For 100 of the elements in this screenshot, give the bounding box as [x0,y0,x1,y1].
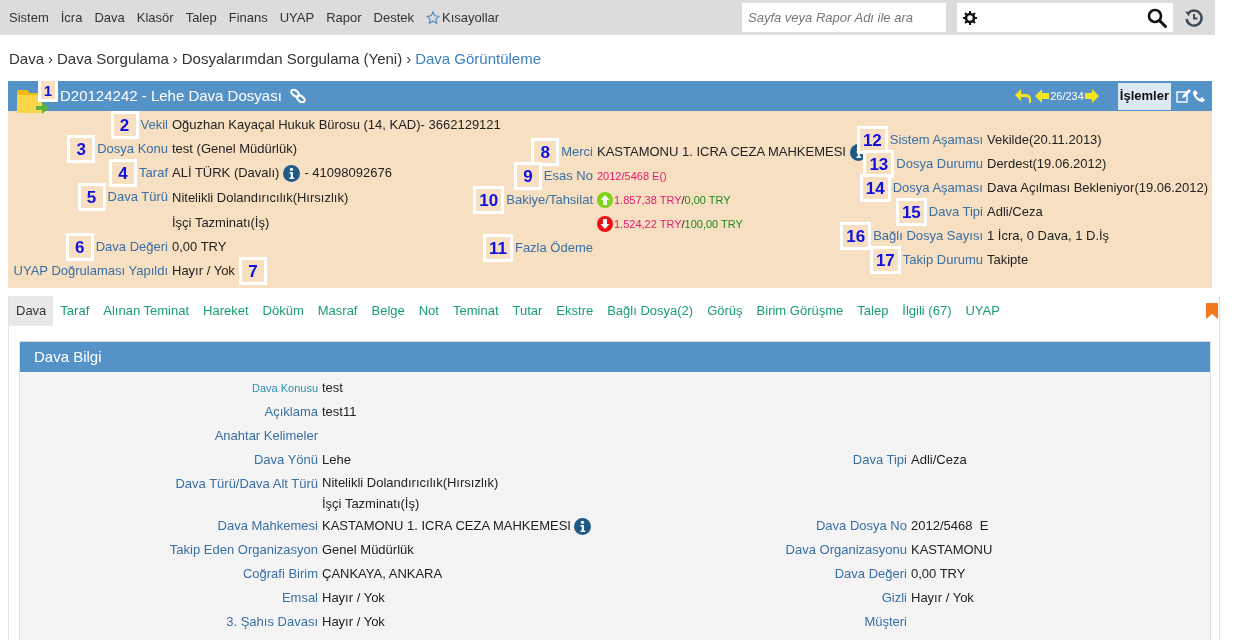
field-label: Merci [561,143,593,162]
tab[interactable]: Döküm [255,296,311,326]
tab[interactable]: Taraf [53,296,97,326]
field-label: Sistem Aşaması [889,131,983,150]
field-value: Genel Müdürlük [322,541,414,560]
number-marker: 9 [513,162,542,190]
tab[interactable]: UYAP [958,296,1007,326]
code-search-field[interactable] [957,3,1173,32]
collected-text: 0,00 TRY [684,192,731,208]
menu-item[interactable]: Destek [367,0,421,35]
number-marker: 3 [67,135,96,163]
field-value: Dava Açılması Bekleniyor(19.06.2012) [987,179,1209,198]
field-value: Adli/Ceza [911,451,967,470]
field-label: Takip Eden Organizasyon [169,541,318,560]
menu-item[interactable]: Finans [222,0,274,35]
tab[interactable]: Ekstre [549,296,601,326]
field-label: Anahtar Kelimeler [214,427,318,446]
breadcrumb-link[interactable]: Dava Görüntüleme [415,48,542,71]
field-value: Hayır / Yok [322,589,385,608]
field-label: Dava Organizasyonu [785,541,907,560]
menu-item[interactable]: Dava [88,0,131,35]
breadcrumb-link[interactable]: Dosyalarımdan Sorgulama (Yeni) [181,48,403,71]
tab[interactable]: Alınan Teminat [96,296,197,326]
field-label: Taraf [139,164,168,183]
tab[interactable]: Bağlı Dosya(2) [600,296,701,326]
field-value: test (Genel Müdürlük) [172,140,297,159]
field-value: 0,00 TRY [172,238,227,257]
number-marker: 15 [895,198,927,226]
search-icon [1147,7,1167,28]
field-label: Takip Durumu [902,251,983,270]
menu-item[interactable]: Kısayollar [420,0,506,35]
breadcrumb-separator: › [171,49,179,70]
field-value: Lehe [322,451,351,470]
tab[interactable]: Teminat [445,296,506,326]
field-value: Derdest(19.06.2012) [987,155,1107,174]
tab[interactable]: İlgili (67) [895,296,959,326]
field-value: KASTAMONU [911,541,993,560]
number-marker: 10 [473,186,505,214]
tab[interactable]: Masraf [310,296,365,326]
field-label: Dava Yönü [253,451,318,470]
field-value: 2012/5468 E [911,517,989,536]
collected-text: 100,00 TRY [684,216,743,232]
field-label: Dosya Aşaması [892,179,983,198]
bookmark-icon [1206,303,1218,319]
tab[interactable]: Hareket [196,296,256,326]
panel-title: Dava Bilgi [34,346,102,367]
menu-item[interactable]: UYAP [273,0,321,35]
amount-text: 1.524,22 TRY [614,216,682,232]
tab[interactable]: Dava [9,296,54,326]
tab[interactable]: Not [411,296,446,326]
tab[interactable]: Talep [850,296,896,326]
field-label: UYAP Doğrulaması Yapıldı [13,262,168,281]
actions-button[interactable]: İşlemler [1117,82,1171,110]
info-icon [283,164,301,182]
menu-item[interactable]: Sistem [3,0,55,35]
field-value: Hayır / Yok [911,589,974,608]
field-label: Müşteri [864,613,907,632]
field-value: ALİ TÜRK (Davalı) [172,164,280,183]
field-value: test11 [322,403,357,422]
field-value: KASTAMONU 1. ICRA CEZA MAHKEMESI [322,517,571,536]
tab[interactable]: Belge [364,296,412,326]
field-value: KASTAMONU 1. ICRA CEZA MAHKEMESI [597,143,846,162]
left-arrow-icon [1034,88,1051,104]
number-marker: 2 [110,111,139,139]
number-marker: 5 [77,183,106,211]
tab[interactable]: Görüş [700,296,750,326]
field-label: Vekil [140,116,168,135]
field-value: İşçi Tazminatı(İş) [322,494,420,513]
breadcrumb-link[interactable]: Dava Sorgulama [57,48,169,71]
menu-item[interactable]: Talep [179,0,223,35]
breadcrumb-link[interactable]: Dava [9,48,45,71]
field-value: - 41098092676 [304,164,392,183]
number-marker: 7 [238,257,267,285]
link-icon [289,89,306,103]
search-field[interactable]: Sayfa veya Rapor Adı ile ara [742,3,946,32]
field-value: Adli/Ceza [987,203,1043,222]
menu-item[interactable]: Rapor [320,0,368,35]
separator-text: / [681,192,685,208]
field-label: Dava Değeri [834,565,907,584]
record-counter: 26/234 [1050,88,1084,104]
field-label: Bağlı Dosya Sayısı [873,227,983,246]
number-marker: 16 [840,222,872,250]
number-marker: 11 [482,234,513,262]
field-value: 1 İcra, 0 Dava, 1 D.İş [987,227,1110,246]
menu-item[interactable]: Klasör [130,0,180,35]
field-value: Takipte [987,251,1029,270]
tab[interactable]: Tutar [505,296,550,326]
tab[interactable]: Birim Görüşme [749,296,851,326]
menu-item[interactable]: İcra [54,0,89,35]
star-icon [426,10,441,25]
field-label: Bakiye/Tahsilat [506,191,593,210]
field-label: Açıklama [264,403,318,422]
field-label: Dava Türü [107,188,168,207]
right-arrow-icon [1083,88,1100,104]
field-label: Dava Türü/Dava Alt Türü [175,475,318,494]
field-value: ÇANKAYA, ANKARA [322,565,443,584]
gear-icon [963,10,977,25]
field-label: Dava Tipi [852,451,907,470]
breadcrumb-separator: › [47,49,55,70]
field-value: Hayır / Yok [322,613,385,632]
